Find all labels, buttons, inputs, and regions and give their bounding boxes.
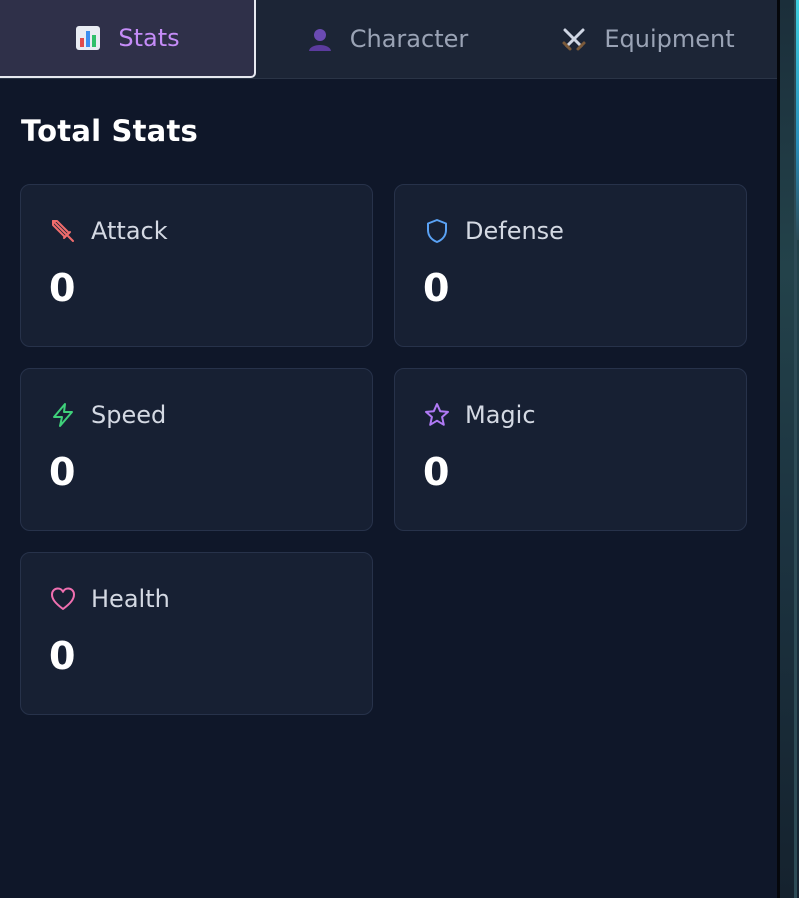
lightning-icon <box>49 401 77 429</box>
stat-label: Health <box>91 585 170 613</box>
stat-card-defense: Defense 0 <box>394 184 747 347</box>
bar-chart-icon <box>74 24 102 52</box>
section-title: Total Stats <box>21 114 198 148</box>
stat-label: Speed <box>91 401 167 429</box>
tab-character[interactable]: Character <box>256 0 518 78</box>
heart-icon <box>49 585 77 613</box>
shield-icon <box>423 217 451 245</box>
tab-equipment-label: Equipment <box>604 25 735 53</box>
crossed-swords-icon <box>560 25 588 53</box>
stat-value: 0 <box>49 266 76 310</box>
tab-equipment[interactable]: Equipment <box>518 0 777 78</box>
stat-card-magic: Magic 0 <box>394 368 747 531</box>
sword-icon <box>49 217 77 245</box>
star-icon <box>423 401 451 429</box>
tab-stats-label: Stats <box>118 24 180 52</box>
tab-character-label: Character <box>349 25 469 53</box>
stat-card-attack: Attack 0 <box>20 184 373 347</box>
stat-label: Defense <box>465 217 564 245</box>
stat-card-health: Health 0 <box>20 552 373 715</box>
tab-stats[interactable]: Stats <box>0 0 256 78</box>
stat-label: Magic <box>465 401 536 429</box>
stat-card-speed: Speed 0 <box>20 368 373 531</box>
stat-value: 0 <box>423 450 450 494</box>
stat-label: Attack <box>91 217 168 245</box>
stat-value: 0 <box>423 266 450 310</box>
stat-value: 0 <box>49 634 76 678</box>
window-edge <box>777 0 799 898</box>
stats-panel: Stats Character Equipment Total Stats At… <box>0 0 777 898</box>
stat-value: 0 <box>49 450 76 494</box>
tab-bar: Stats Character Equipment <box>0 0 777 79</box>
person-icon <box>306 25 334 53</box>
